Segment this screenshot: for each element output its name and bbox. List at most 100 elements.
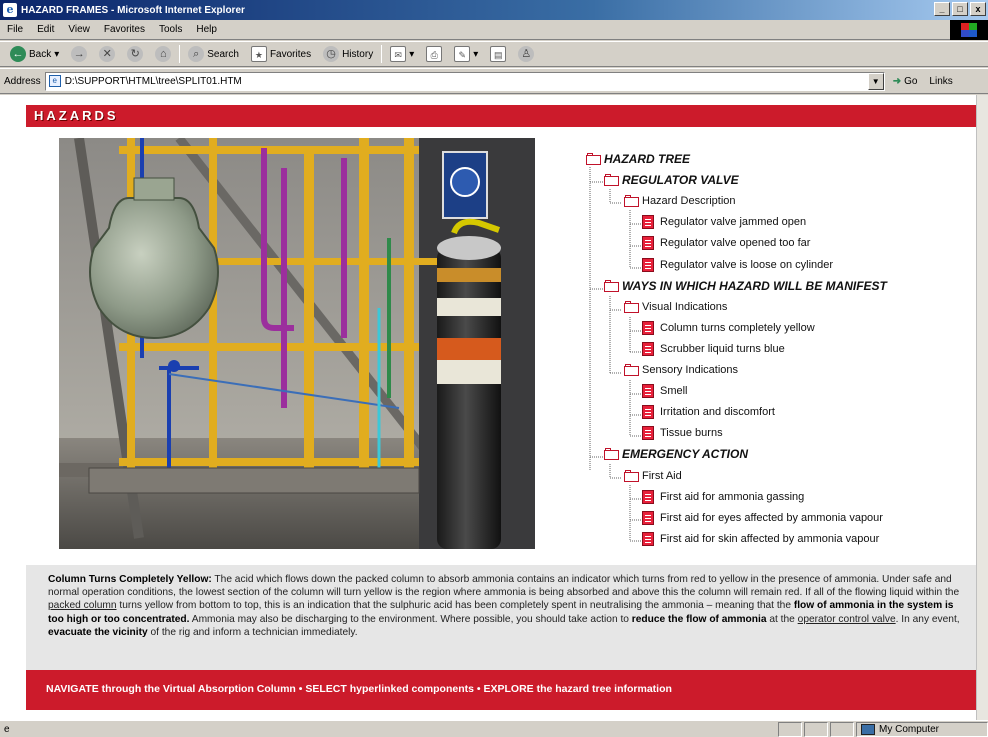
mail-button[interactable]: ✉ ▾ [384,43,420,65]
stop-button[interactable]: ✕ [93,43,121,65]
back-label: Back [29,48,52,60]
menu-help[interactable]: Help [189,24,224,35]
address-label: Address [4,75,41,87]
tree-node[interactable]: Column turns completely yellow [642,320,815,336]
forward-button[interactable]: → [65,43,93,65]
menu-view[interactable]: View [61,24,97,35]
document-icon [642,405,654,420]
description-text-3: Ammonia may also be discharging to the e… [189,613,632,625]
status-bar: e My Computer [0,720,988,737]
menu-tools[interactable]: Tools [152,24,189,35]
toolbar-separator [381,45,383,63]
tree-node[interactable]: Tissue burns [642,425,723,441]
tree-node-label: WAYS IN WHICH HAZARD WILL BE MANIFEST [622,278,887,293]
windows-logo-throbber [950,20,988,40]
tree-node-label: Regulator valve opened too far [660,237,811,250]
document-icon [642,341,654,356]
tree-node-label: Scrubber liquid turns blue [660,342,785,355]
tree-node[interactable]: Visual Indications [624,299,727,315]
document-icon [642,489,654,504]
standard-toolbar: ← Back ▾ → ✕ ↻ ⌂ ⌕ Search ★ Favorites ◷ … [0,41,988,67]
tree-node[interactable]: First aid for eyes affected by ammonia v… [642,510,883,526]
virtual-absorption-column-image[interactable] [59,138,535,549]
links-button[interactable]: Links [929,76,952,87]
zone-label: My Computer [879,723,940,735]
go-button[interactable]: ➜ Go [893,76,918,87]
folder-icon [624,469,640,482]
folder-icon [586,153,602,165]
tree-node[interactable]: EMERGENCY ACTION [604,446,748,462]
maximize-button[interactable]: □ [952,2,968,16]
tree-node[interactable]: First Aid [624,468,682,484]
discuss-button[interactable]: ▤ [484,43,512,65]
edit-icon: ✎ [454,46,471,62]
messenger-button[interactable]: ♙ [512,43,540,65]
vertical-scrollbar[interactable] [976,95,988,720]
tree-node[interactable]: First aid for ammonia gassing [642,489,804,505]
tree-node[interactable]: Regulator valve opened too far [642,235,810,251]
tree-node-label: Visual Indications [642,300,728,313]
discuss-icon: ▤ [490,46,507,62]
home-button[interactable]: ⌂ [149,43,177,65]
document-icon [642,320,654,335]
tree-node[interactable]: Scrubber liquid turns blue [642,341,785,357]
tree-node[interactable]: WAYS IN WHICH HAZARD WILL BE MANIFEST [604,278,887,294]
forward-arrow-icon: → [71,46,88,62]
back-button[interactable]: ← Back ▾ [4,43,65,65]
tree-node[interactable]: Smell [642,383,688,399]
packed-column-link[interactable]: packed column [48,600,117,611]
tree-node[interactable]: First aid for skin affected by ammonia v… [642,531,879,547]
page-icon: e [48,75,61,87]
tree-node[interactable]: Irritation and discomfort [642,404,775,420]
edit-button[interactable]: ✎ ▾ [448,43,484,65]
close-button[interactable]: x [970,2,986,16]
address-dropdown-button[interactable]: ▼ [867,72,884,90]
description-emphasis-3: evacuate the vicinity [48,626,148,638]
chevron-down-icon: ▾ [409,48,415,60]
ie-icon: e [3,3,17,17]
zone-indicator: My Computer [856,721,988,737]
menu-file[interactable]: File [0,24,30,35]
tree-node-label: HAZARD TREE [604,152,690,166]
tree-node[interactable]: HAZARD TREE [586,151,690,167]
tree-node[interactable]: Sensory Indications [624,362,738,378]
favorites-button[interactable]: ★ Favorites [245,43,317,65]
tree-node-label: First aid for ammonia gassing [660,490,805,503]
folder-icon [604,448,620,461]
content-left-edge [0,95,8,720]
tree-node[interactable]: REGULATOR VALVE [604,172,739,188]
search-label: Search [207,48,239,60]
tree-node-label: Hazard Description [642,195,736,208]
tree-node[interactable]: Regulator valve is loose on cylinder [642,257,833,273]
document-icon [642,531,654,546]
chevron-down-icon: ▾ [54,48,60,60]
history-button[interactable]: ◷ History [317,43,379,65]
menu-favorites[interactable]: Favorites [97,24,152,35]
history-icon: ◷ [323,46,340,62]
description-text-5: . In any event, [895,613,960,625]
print-icon: ⎙ [426,46,443,62]
search-button[interactable]: ⌕ Search [182,43,245,65]
folder-icon [624,364,640,376]
document-icon [642,384,654,399]
address-input[interactable]: e D:\SUPPORT\HTML\tree\SPLIT01.HTM ▼ [44,71,885,91]
status-cell [778,721,802,737]
operator-control-valve-link[interactable]: operator control valve [798,614,896,625]
menu-edit[interactable]: Edit [30,24,61,35]
tree-node-label: First Aid [642,469,682,482]
folder-icon [604,174,620,187]
description-text-6: of the rig and inform a technician immed… [147,626,358,638]
tree-node-label: Column turns completely yellow [660,321,815,334]
menu-bar: File Edit View Favorites Tools Help [0,20,988,40]
tree-node[interactable]: Regulator valve jammed open [642,214,806,230]
scene-svg [59,138,535,549]
tree-node-label: Sensory Indications [642,364,738,376]
minimize-button[interactable]: _ [934,2,950,16]
refresh-button[interactable]: ↻ [121,43,149,65]
back-arrow-icon: ← [10,46,26,62]
address-bar: Address e D:\SUPPORT\HTML\tree\SPLIT01.H… [0,68,988,94]
page-content: HAZARDS HAZARD TREE REGULATOR VALVE Haza… [8,95,976,720]
document-icon [642,215,654,230]
print-button[interactable]: ⎙ [420,43,448,65]
tree-node[interactable]: Hazard Description [624,193,736,209]
